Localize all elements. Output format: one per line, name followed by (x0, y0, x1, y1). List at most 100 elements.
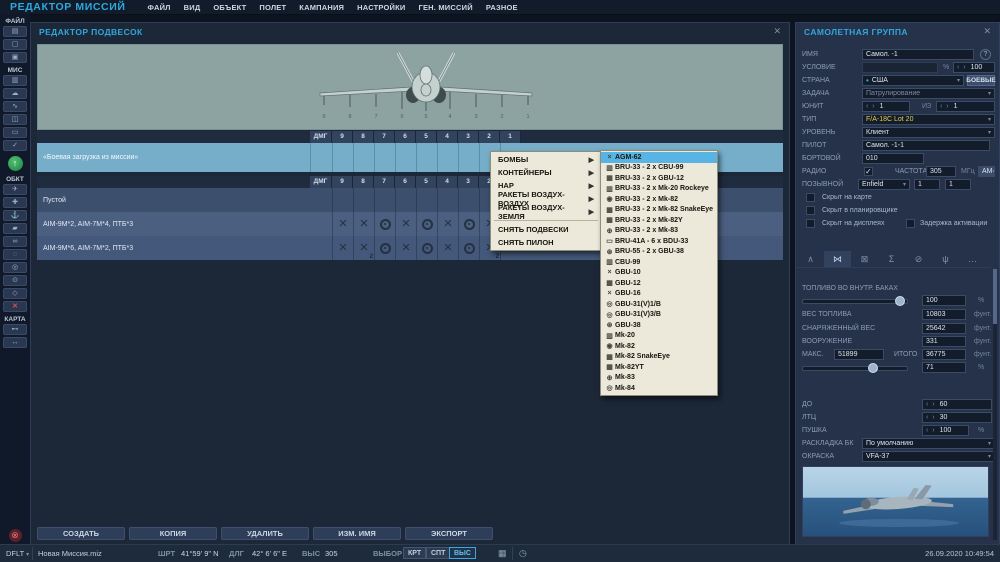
mission-goals-icon[interactable]: ▭ (3, 127, 27, 138)
export-button[interactable]: ЭКСПОРТ (405, 527, 493, 540)
gun-stepper[interactable]: 100 (922, 425, 969, 436)
callsign-flight-input[interactable]: 1 (914, 179, 940, 190)
empty-weight-value[interactable]: 25642 (922, 323, 966, 334)
copy-button[interactable]: КОПИЯ (129, 527, 217, 540)
probability-stepper[interactable]: 100 (953, 62, 995, 73)
mission-check-icon[interactable]: ✓ (3, 140, 27, 151)
pylon-cell[interactable] (353, 188, 374, 212)
close-icon[interactable]: ✕ (983, 27, 991, 36)
aircraft-type-select[interactable]: F/A-18C Lot 20 (862, 114, 995, 125)
weapon-item[interactable]: × GBU-16 (601, 289, 717, 300)
weapon-item[interactable]: ▦ Mk-82YT (601, 362, 717, 373)
callsign-number-input[interactable]: 1 (945, 179, 971, 190)
mission-options-icon[interactable]: ◫ (3, 114, 27, 125)
weapon-item[interactable]: ▦ GBU-12 (601, 278, 717, 289)
pylon-cell[interactable] (310, 212, 332, 236)
weapon-item[interactable]: ⊛ GBU-38 (601, 320, 717, 331)
pylon-cell[interactable] (416, 188, 437, 212)
pylon-cell[interactable] (458, 143, 479, 172)
scrollbar-thumb[interactable] (993, 269, 997, 324)
pylon-cell[interactable]: × (395, 212, 416, 236)
livery-select[interactable]: VFA-37 (862, 451, 995, 462)
open-mission-icon[interactable]: ▢ (3, 39, 27, 50)
help-button[interactable]: ? (980, 49, 991, 60)
weather-icon[interactable]: ☁ (3, 88, 27, 99)
context-menu-item[interactable]: СНЯТЬ ПОДВЕСКИ (491, 223, 601, 236)
weapon-item[interactable]: × GBU-10 (601, 268, 717, 279)
max-weight-value[interactable]: 51899 (834, 349, 884, 360)
weapon-item[interactable]: ▦ BRU-33 - 2 x Mk-82 SnakeEye (601, 205, 717, 216)
pylon-cell[interactable]: × (395, 236, 416, 260)
static-object-icon[interactable]: ◌ (3, 249, 27, 260)
ruler-icon[interactable]: ↔ (3, 337, 27, 348)
pylon-cell[interactable] (458, 236, 479, 260)
weapon-item[interactable]: ◉ BRU-33 - 2 x Mk-82 (601, 194, 717, 205)
hidden-on-map-checkbox[interactable] (806, 193, 815, 202)
context-menu-item[interactable]: КОНТЕЙНЕРЫ ▶ (491, 166, 601, 179)
chaff-stepper[interactable]: 60 (922, 399, 992, 410)
menu-item[interactable]: ОБЪЕКТ (213, 3, 246, 12)
weapon-item[interactable]: ◉ Mk-82 (601, 341, 717, 352)
fly-mission-button[interactable]: ↑ (7, 156, 23, 171)
weapon-item[interactable]: ▦ BRU-33 - 2 x Mk-82Y (601, 215, 717, 226)
pylon-cell[interactable]: × (437, 212, 458, 236)
map-layer-button[interactable]: КРТ (403, 547, 427, 559)
load-percent-input[interactable]: 71 (922, 362, 966, 373)
fuel-weight-value[interactable]: 10803 (922, 309, 966, 320)
weapon-item[interactable]: ▦ BRU-33 - 2 x GBU-12 (601, 173, 717, 184)
weapon-item[interactable]: ▦ Mk-82 SnakeEye (601, 352, 717, 363)
tab-more[interactable]: … (959, 251, 986, 267)
time-settings-icon[interactable]: ◷ (519, 548, 527, 558)
aircraft-icon[interactable]: ✈ (3, 184, 27, 195)
pylon-cell[interactable] (374, 236, 395, 260)
context-menu-item[interactable]: СНЯТЬ ПИЛОН (491, 236, 601, 249)
load-slider[interactable] (802, 363, 908, 373)
unit-count-stepper[interactable]: 1 (936, 101, 995, 112)
pylon-cell[interactable] (437, 188, 458, 212)
pylon-cell[interactable] (374, 212, 395, 236)
group-template-icon[interactable]: ◇ (3, 288, 27, 299)
pylon-cell[interactable] (310, 188, 332, 212)
pylon-cell[interactable]: × (437, 236, 458, 260)
pylon-cell[interactable]: ×2 (353, 236, 374, 260)
pylon-cell[interactable] (332, 143, 353, 172)
tab-payload[interactable]: ⋈ (824, 251, 851, 267)
hidden-in-planner-checkbox[interactable] (806, 206, 815, 215)
panel-scrollbar[interactable] (993, 269, 997, 540)
save-mission-icon[interactable]: ▣ (3, 52, 27, 63)
pylon-cell[interactable] (374, 188, 395, 212)
pylon-cell[interactable] (332, 188, 353, 212)
satellite-layer-button[interactable]: СПТ (426, 547, 451, 559)
pylon-cell[interactable]: × (332, 236, 353, 260)
briefing-icon[interactable]: ▥ (3, 75, 27, 86)
ammo-layout-select[interactable]: По умолчанию (862, 438, 995, 449)
exit-button[interactable]: ⊗ (8, 529, 22, 542)
ship-icon[interactable]: ⚓ (3, 210, 27, 221)
pylon-cell[interactable] (310, 143, 332, 172)
context-menu-item[interactable]: БОМБЫ ▶ (491, 153, 601, 166)
weapon-item[interactable]: ▥ BRU-33 - 2 x CBU-99 (601, 163, 717, 174)
tab-comms[interactable]: ψ (932, 251, 959, 267)
pylon-cell[interactable] (395, 143, 416, 172)
delete-button[interactable]: УДАЛИТЬ (221, 527, 309, 540)
pylon-cell[interactable] (437, 143, 458, 172)
tab-route[interactable]: ∧ (797, 251, 824, 267)
weapons-weight-value[interactable]: 331 (922, 336, 966, 347)
pilot-name-input[interactable]: Самол. -1-1 (862, 140, 990, 151)
weapon-item[interactable]: × AGM-62 (601, 152, 717, 163)
menu-item[interactable]: ФАЙЛ (148, 3, 171, 12)
create-button[interactable]: СОЗДАТЬ (37, 527, 125, 540)
pylon-cell[interactable] (416, 212, 437, 236)
weapon-item[interactable]: ▭ BRU-41A - 6 x BDU-33 (601, 236, 717, 247)
modulation-select[interactable]: АМ (978, 166, 995, 177)
pylon-cell[interactable]: × (332, 212, 353, 236)
context-menu-item[interactable]: РАКЕТЫ ВОЗДУХ-ЗЕМЛЯ ▶ (491, 203, 601, 221)
new-mission-icon[interactable]: ▤ (3, 26, 27, 37)
callsign-select[interactable]: Enfield (858, 179, 910, 190)
menu-item[interactable]: РАЗНОЕ (486, 3, 518, 12)
route-tool-icon[interactable]: ∿ (3, 101, 27, 112)
frequency-input[interactable]: 305 (926, 166, 956, 177)
weapon-item[interactable]: ⊕ Mk-83 (601, 373, 717, 384)
weapon-item[interactable]: ⊛ BRU-55 - 2 x GBU-38 (601, 247, 717, 258)
group-name-input[interactable]: Самол. -1 (862, 49, 974, 60)
